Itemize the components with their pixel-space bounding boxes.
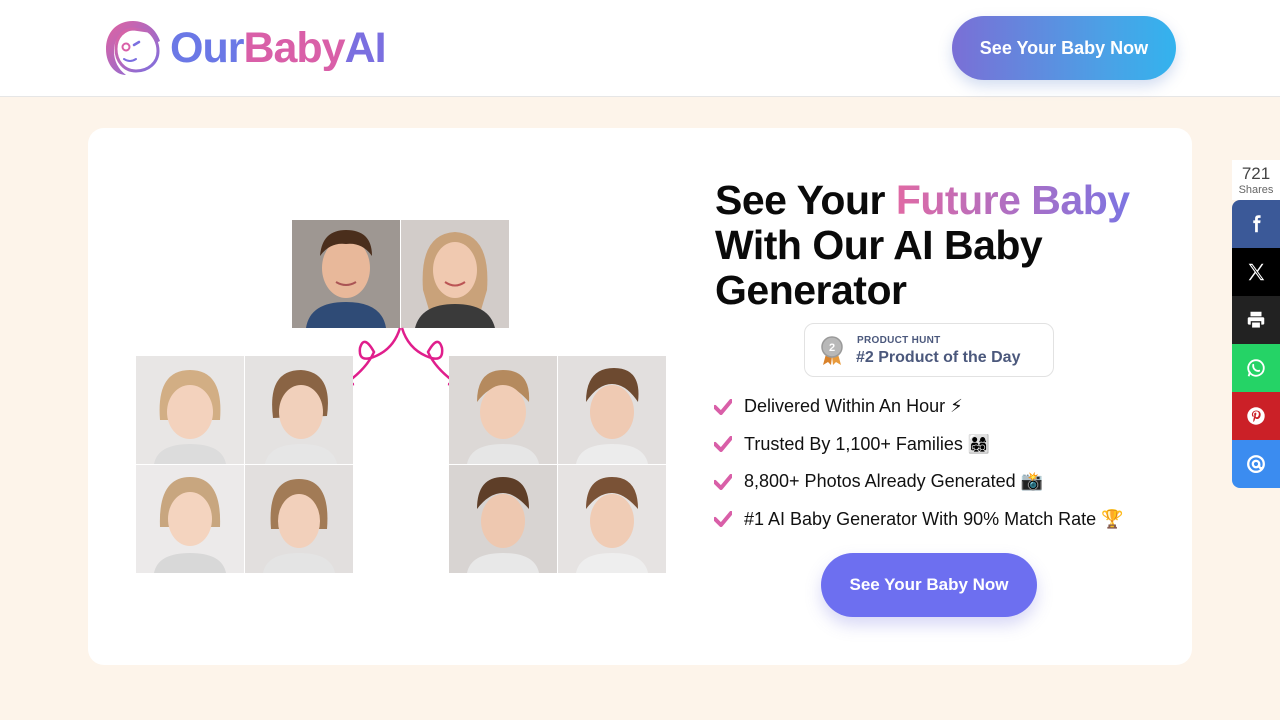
hero-title-highlight: Future Baby bbox=[895, 177, 1130, 223]
feature-item: 8,800+ Photos Already Generated 📸 bbox=[714, 463, 1154, 501]
share-pinterest-button[interactable] bbox=[1232, 392, 1280, 440]
mother-photo bbox=[401, 220, 509, 328]
share-count-label: Shares bbox=[1238, 184, 1274, 196]
pinterest-icon bbox=[1247, 407, 1265, 425]
baby-photo-collage bbox=[136, 220, 666, 573]
logo-text-baby: Baby bbox=[243, 23, 345, 72]
girl-photo-4 bbox=[245, 465, 353, 573]
feature-text: Trusted By 1,100+ Families 👨‍👩‍👧‍👦 bbox=[744, 433, 991, 454]
hero-title-part2: With Our AI Baby Generator bbox=[715, 222, 1043, 313]
share-count: 721 Shares bbox=[1232, 160, 1280, 200]
product-hunt-badge[interactable]: 2 PRODUCT HUNT #2 Product of the Day bbox=[804, 323, 1054, 377]
share-sidebar: 721 Shares bbox=[1232, 160, 1280, 488]
whatsapp-icon bbox=[1247, 359, 1265, 377]
feature-item: Trusted By 1,100+ Families 👨‍👩‍👧‍👦 bbox=[714, 426, 1154, 464]
boy-photo-3 bbox=[449, 465, 557, 573]
hero-cta-button[interactable]: See Your Baby Now bbox=[821, 553, 1037, 617]
hero-title: See Your Future Baby With Our AI Baby Ge… bbox=[715, 178, 1155, 313]
logo-text-ai: AI bbox=[344, 23, 387, 72]
feature-text: Delivered Within An Hour ⚡ bbox=[744, 396, 963, 417]
feature-text: #1 AI Baby Generator With 90% Match Rate… bbox=[744, 508, 1124, 529]
header-cta-button[interactable]: See Your Baby Now bbox=[952, 16, 1176, 80]
feature-list: Delivered Within An Hour ⚡ Trusted By 1,… bbox=[714, 388, 1154, 538]
girl-photo-1 bbox=[136, 356, 244, 464]
check-icon bbox=[714, 473, 732, 490]
x-icon bbox=[1248, 263, 1265, 281]
hero-title-part1: See Your bbox=[715, 177, 896, 223]
logo-text: OurBabyAI bbox=[170, 23, 387, 73]
merge-arrows-icon bbox=[340, 327, 462, 388]
share-count-number: 721 bbox=[1241, 164, 1271, 183]
share-whatsapp-button[interactable] bbox=[1232, 344, 1280, 392]
product-hunt-title: #2 Product of the Day bbox=[856, 349, 1021, 366]
check-icon bbox=[714, 436, 732, 453]
share-facebook-button[interactable] bbox=[1232, 200, 1280, 248]
check-icon bbox=[714, 511, 732, 528]
check-icon bbox=[714, 398, 732, 415]
girl-photo-3 bbox=[136, 465, 244, 573]
svg-text:2: 2 bbox=[829, 342, 835, 354]
boy-photo-1 bbox=[449, 356, 557, 464]
boy-photo-2 bbox=[558, 356, 666, 464]
logo-text-our: Our bbox=[170, 23, 244, 72]
facebook-icon bbox=[1253, 215, 1261, 233]
feature-item: #1 AI Baby Generator With 90% Match Rate… bbox=[714, 501, 1154, 539]
feature-item: Delivered Within An Hour ⚡ bbox=[714, 388, 1154, 426]
girl-photo-2 bbox=[245, 356, 353, 464]
email-icon bbox=[1247, 455, 1265, 473]
logo[interactable]: OurBabyAI bbox=[104, 18, 387, 78]
father-photo bbox=[292, 220, 400, 328]
baby-logo-icon bbox=[106, 21, 160, 75]
product-hunt-label: PRODUCT HUNT bbox=[857, 335, 941, 346]
print-icon bbox=[1247, 311, 1265, 329]
share-email-button[interactable] bbox=[1232, 440, 1280, 488]
share-print-button[interactable] bbox=[1232, 296, 1280, 344]
medal-icon: 2 bbox=[821, 336, 843, 365]
feature-text: 8,800+ Photos Already Generated 📸 bbox=[744, 471, 1044, 492]
share-x-button[interactable] bbox=[1232, 248, 1280, 296]
site-header: OurBabyAI See Your Baby Now bbox=[0, 0, 1280, 97]
boy-photo-4 bbox=[558, 465, 666, 573]
